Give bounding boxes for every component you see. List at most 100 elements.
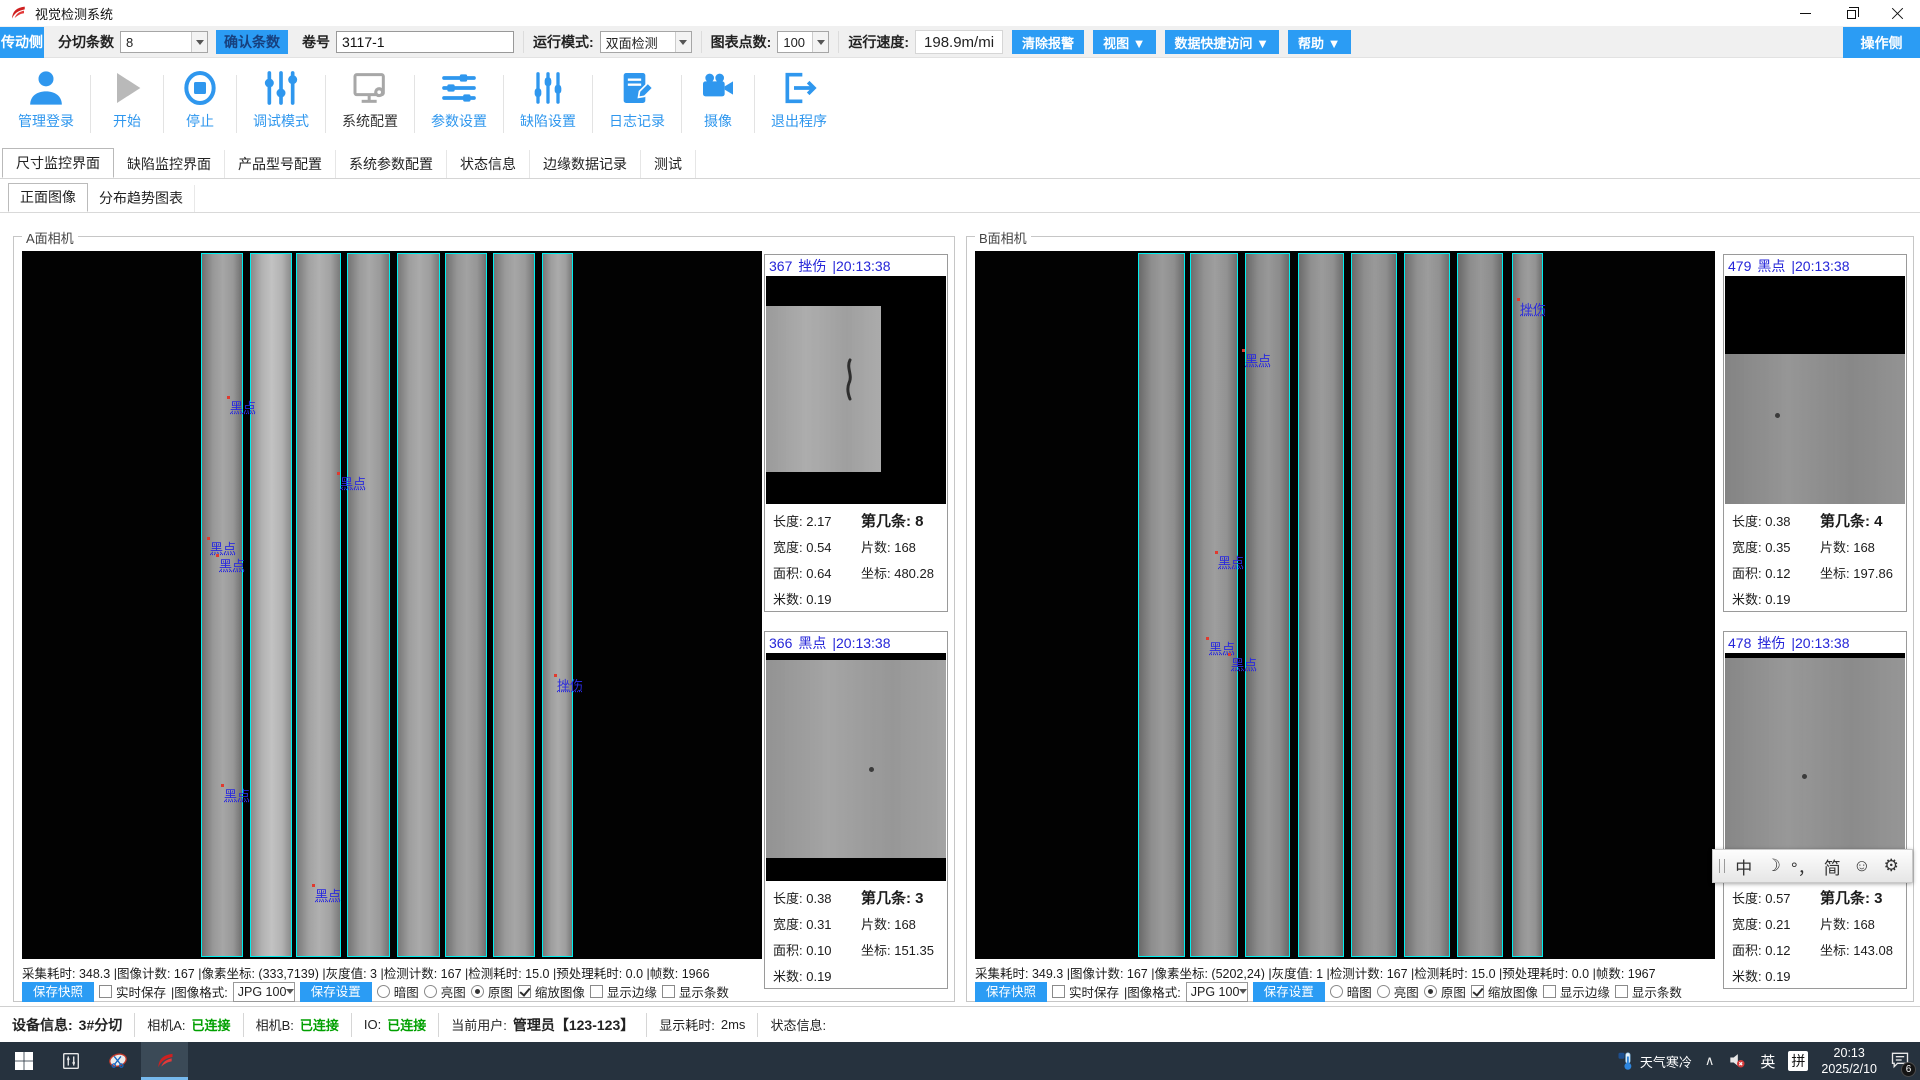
- moon-icon[interactable]: ☽: [1759, 856, 1789, 876]
- display-option-checkbox-2[interactable]: 显示边缘: [590, 982, 657, 1001]
- tab-5[interactable]: 状态信息: [447, 150, 530, 178]
- chinese-mode[interactable]: 中: [1729, 854, 1759, 879]
- drag-handle-icon[interactable]: [1719, 859, 1725, 873]
- stat-value: 宽度: 0.21: [1732, 912, 1820, 938]
- start-button[interactable]: [0, 1042, 47, 1080]
- realtime-save-checkbox[interactable]: 实时保存: [1052, 982, 1119, 1001]
- quick-data-menu-button[interactable]: 数据快捷访问 ▼: [1165, 30, 1279, 54]
- tab-1[interactable]: 尺寸监控界面: [2, 148, 114, 178]
- ribbon-item-3[interactable]: 停止: [164, 66, 236, 133]
- defect-card[interactable]: 478挫伤|20:13:38长度: 0.57第几条: 3宽度: 0.21片数: …: [1723, 631, 1907, 989]
- taskbar-apps: [0, 1042, 188, 1080]
- ribbon-item-10[interactable]: 退出程序: [755, 66, 843, 133]
- tab-3[interactable]: 产品型号配置: [225, 150, 336, 178]
- slit-count-select[interactable]: 8: [120, 31, 208, 53]
- defect-header: 479黑点|20:13:38: [1724, 255, 1906, 276]
- defect-mark-icon: [1228, 653, 1231, 656]
- ime-indicator[interactable]: 拼: [1788, 1051, 1808, 1071]
- defect-card[interactable]: 479黑点|20:13:38长度: 0.38第几条: 4宽度: 0.35片数: …: [1723, 254, 1907, 612]
- ribbon-item-9[interactable]: 摄像: [682, 66, 754, 133]
- ribbon-item-1[interactable]: 管理登录: [2, 66, 90, 133]
- tab-2[interactable]: 缺陷监控界面: [114, 150, 225, 178]
- ribbon-item-8[interactable]: 日志记录: [593, 66, 681, 133]
- status-label: 设备信息:: [12, 1015, 73, 1035]
- roll-number-input[interactable]: [336, 31, 514, 53]
- display-option-checkbox-3[interactable]: 显示条数: [662, 982, 729, 1001]
- stat-value: 长度: 2.17: [773, 509, 861, 535]
- camera-strip: [296, 253, 341, 957]
- image-format-select[interactable]: JPG 100: [233, 982, 295, 1002]
- image-mode-radio-3[interactable]: 原图: [1424, 982, 1466, 1001]
- stat-value: 面积: 0.12: [1732, 561, 1820, 587]
- tab-4[interactable]: 系统参数配置: [336, 150, 447, 178]
- help-menu-button[interactable]: 帮助 ▼: [1288, 30, 1350, 54]
- image-mode-radio-2[interactable]: 亮图: [1377, 982, 1419, 1001]
- view-menu-button[interactable]: 视图 ▼: [1093, 30, 1155, 54]
- drive-side-button[interactable]: 传动侧: [0, 27, 44, 58]
- run-mode-select[interactable]: 双面检测: [600, 31, 692, 53]
- active-app-button[interactable]: [141, 1042, 188, 1080]
- chart-points-select[interactable]: 100: [777, 31, 829, 53]
- defect-stats: 长度: 0.57第几条: 3宽度: 0.21片数: 168面积: 0.12坐标:…: [1724, 881, 1906, 990]
- ime-toolbar: 中☽°，简☺⚙: [1712, 849, 1913, 883]
- operate-side-button[interactable]: 操作侧: [1843, 27, 1920, 58]
- action-center-button[interactable]: 6: [1890, 1050, 1910, 1073]
- log-icon: [617, 68, 657, 108]
- camera-a-groupbox: A面相机 黑点黑点黑点黑点挫伤黑点黑点 367挫伤|20:13:38长度: 2.…: [13, 236, 955, 1002]
- punctuation-mode[interactable]: °，: [1788, 854, 1818, 879]
- settings-gear-icon[interactable]: ⚙: [1877, 856, 1907, 876]
- checkbox-icon: [1615, 985, 1628, 998]
- defect-mark-icon: [337, 472, 340, 475]
- checkbox-icon: [99, 985, 112, 998]
- image-format-select[interactable]: JPG 100: [1186, 982, 1248, 1002]
- ribbon-item-5[interactable]: 系统配置: [326, 66, 414, 133]
- display-option-checkbox-3[interactable]: 显示条数: [1615, 982, 1682, 1001]
- tray-expand-chevron[interactable]: ∧: [1705, 1053, 1715, 1069]
- ribbon-item-4[interactable]: 调试模式: [237, 66, 325, 133]
- defect-snapshot: [1725, 276, 1905, 504]
- ribbon-item-2[interactable]: 开始: [91, 66, 163, 133]
- image-mode-radio-1[interactable]: 暗图: [377, 982, 419, 1001]
- ribbon-item-7[interactable]: 缺陷设置: [504, 66, 592, 133]
- weather-widget[interactable]: 天气寒冷: [1617, 1051, 1692, 1071]
- status-item-5: 当前用户:管理员【123-123】: [439, 1013, 647, 1037]
- speed-label: 运行速度:: [848, 32, 909, 52]
- pinned-app-button[interactable]: [47, 1042, 94, 1080]
- snapshot-material: [766, 306, 881, 472]
- taskbar-clock[interactable]: 20:13 2025/2/10: [1821, 1045, 1877, 1078]
- close-button[interactable]: [1874, 0, 1920, 26]
- display-option-checkbox-1[interactable]: 缩放图像: [518, 982, 585, 1001]
- minimize-button[interactable]: [1782, 0, 1828, 26]
- snipping-tool-button[interactable]: [94, 1042, 141, 1080]
- confirm-count-button[interactable]: 确认条数: [216, 30, 288, 54]
- restore-button[interactable]: [1828, 0, 1874, 26]
- tab-7[interactable]: 测试: [641, 150, 696, 178]
- defect-card[interactable]: 366黑点|20:13:38长度: 0.38第几条: 3宽度: 0.31片数: …: [764, 631, 948, 989]
- save-snapshot-button[interactable]: 保存快照: [975, 982, 1047, 1002]
- save-snapshot-button[interactable]: 保存快照: [22, 982, 94, 1002]
- volume-muted-button[interactable]: [1727, 1050, 1747, 1073]
- clear-alarm-button[interactable]: 清除报警: [1012, 30, 1084, 54]
- defect-snapshot: [766, 653, 946, 881]
- image-mode-radio-3[interactable]: 原图: [471, 982, 513, 1001]
- save-settings-button[interactable]: 保存设置: [1253, 982, 1325, 1002]
- defect-time: |20:13:38: [1791, 635, 1849, 651]
- language-indicator[interactable]: 英: [1760, 1051, 1775, 1072]
- subtab-1[interactable]: 正面图像: [8, 183, 88, 212]
- tab-6[interactable]: 边缘数据记录: [530, 150, 641, 178]
- display-option-checkbox-2[interactable]: 显示边缘: [1543, 982, 1610, 1001]
- radio-label: 暗图: [394, 982, 419, 1001]
- sub-tab-strip: 正面图像分布趋势图表: [0, 182, 1920, 213]
- thermometer-icon: [1617, 1051, 1635, 1071]
- defect-card[interactable]: 367挫伤|20:13:38长度: 2.17第几条: 8宽度: 0.54片数: …: [764, 254, 948, 612]
- simplified-mode[interactable]: 简: [1818, 854, 1848, 879]
- save-settings-button[interactable]: 保存设置: [300, 982, 372, 1002]
- ribbon-item-6[interactable]: 参数设置: [415, 66, 503, 133]
- display-option-checkbox-1[interactable]: 缩放图像: [1471, 982, 1538, 1001]
- stat-value: [861, 964, 943, 990]
- image-mode-radio-2[interactable]: 亮图: [424, 982, 466, 1001]
- realtime-save-checkbox[interactable]: 实时保存: [99, 982, 166, 1001]
- subtab-2[interactable]: 分布趋势图表: [88, 185, 195, 212]
- emoji-icon[interactable]: ☺: [1847, 856, 1877, 876]
- image-mode-radio-1[interactable]: 暗图: [1330, 982, 1372, 1001]
